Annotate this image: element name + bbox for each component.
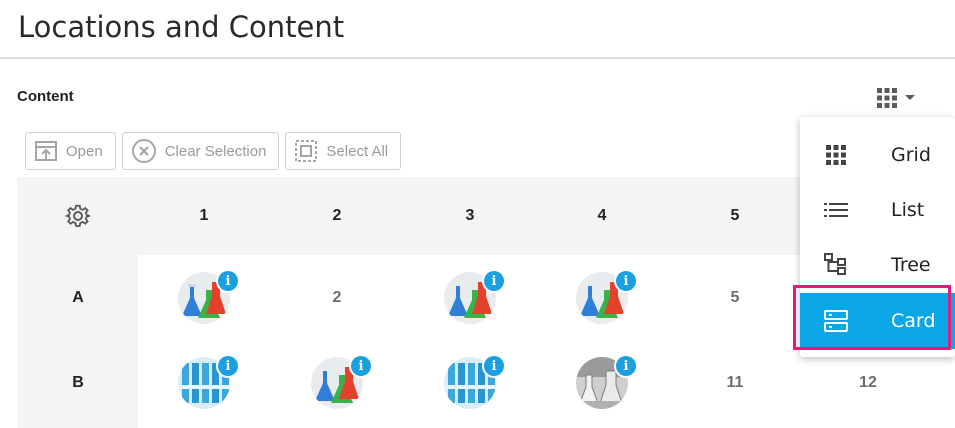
page-title: Locations and Content	[18, 10, 345, 44]
view-menu: Grid List Tree Card	[800, 117, 955, 357]
grid-settings-button[interactable]	[57, 199, 99, 233]
clear-selection-button[interactable]: Clear Selection	[121, 132, 280, 170]
grid-cell-a5[interactable]: 5	[715, 281, 755, 315]
view-menu-item-list[interactable]: List	[800, 182, 955, 237]
info-badge[interactable]: i	[614, 354, 638, 378]
info-badge[interactable]: i	[482, 354, 506, 378]
column-header: 3	[465, 207, 475, 224]
column-header: 1	[199, 207, 209, 224]
grid-cell-a4[interactable]: i	[576, 269, 638, 324]
info-icon: i	[484, 271, 504, 291]
content-thumbnail[interactable]: i	[178, 269, 240, 324]
clear-icon	[131, 139, 156, 163]
select-all-icon	[295, 140, 318, 162]
grid-cell-b3[interactable]: i	[444, 354, 506, 409]
gear-icon	[65, 204, 91, 227]
info-icon: i	[351, 356, 371, 376]
view-menu-item-card[interactable]: Card	[800, 293, 955, 349]
grid-cell-a2[interactable]: 2	[317, 281, 357, 315]
info-icon: i	[484, 356, 504, 376]
view-toggle-button[interactable]	[876, 84, 926, 112]
toolbar: Open Clear Selection Select All	[25, 132, 402, 170]
column-header: 4	[597, 207, 607, 224]
view-menu-label: List	[891, 198, 925, 221]
grid-cell-b1[interactable]: i	[178, 354, 240, 409]
open-button[interactable]: Open	[25, 132, 116, 170]
content-thumbnail[interactable]: i	[178, 354, 240, 409]
section-label: Content	[17, 88, 74, 105]
info-badge[interactable]: i	[349, 354, 373, 378]
grid-cell-b5[interactable]: 11	[715, 366, 755, 400]
card-icon	[824, 310, 848, 332]
grid-icon	[826, 145, 846, 165]
tree-icon	[824, 253, 846, 275]
select-all-label: Select All	[326, 142, 389, 160]
grid-cell-b6[interactable]: 12	[848, 366, 888, 400]
select-all-button[interactable]: Select All	[285, 132, 402, 170]
column-header: 2	[332, 207, 342, 224]
caret-down-icon	[905, 95, 915, 100]
view-menu-item-tree[interactable]: Tree	[800, 237, 955, 292]
info-icon: i	[616, 271, 636, 291]
column-header: 5	[730, 207, 740, 224]
row-header: B	[72, 374, 84, 391]
content-thumbnail[interactable]: i	[444, 354, 506, 409]
info-icon: i	[218, 356, 238, 376]
view-menu-item-grid[interactable]: Grid	[800, 127, 955, 182]
open-button-label: Open	[66, 142, 103, 160]
info-badge[interactable]: i	[216, 354, 240, 378]
view-menu-label: Tree	[891, 253, 931, 276]
clear-selection-label: Clear Selection	[164, 142, 267, 160]
grid-icon	[877, 88, 897, 108]
list-icon	[824, 203, 848, 217]
content-thumbnail[interactable]: i	[576, 269, 638, 324]
content-thumbnail[interactable]: i	[576, 354, 638, 409]
grid-cell-b2[interactable]: i	[311, 354, 373, 409]
grid-cell-a3[interactable]: i	[444, 269, 506, 324]
info-badge[interactable]: i	[216, 269, 240, 293]
info-badge[interactable]: i	[614, 269, 638, 293]
content-thumbnail[interactable]: i	[311, 354, 373, 409]
grid-cell-a1[interactable]: i	[178, 269, 240, 324]
info-badge[interactable]: i	[482, 269, 506, 293]
grid-cell-b4[interactable]: i	[576, 354, 638, 409]
view-menu-label: Grid	[891, 143, 931, 166]
open-icon	[35, 141, 57, 161]
info-icon: i	[218, 271, 238, 291]
view-menu-label: Card	[891, 310, 936, 332]
title-divider	[0, 57, 955, 59]
row-header: A	[72, 289, 84, 306]
content-thumbnail[interactable]: i	[444, 269, 506, 324]
info-icon: i	[616, 356, 636, 376]
